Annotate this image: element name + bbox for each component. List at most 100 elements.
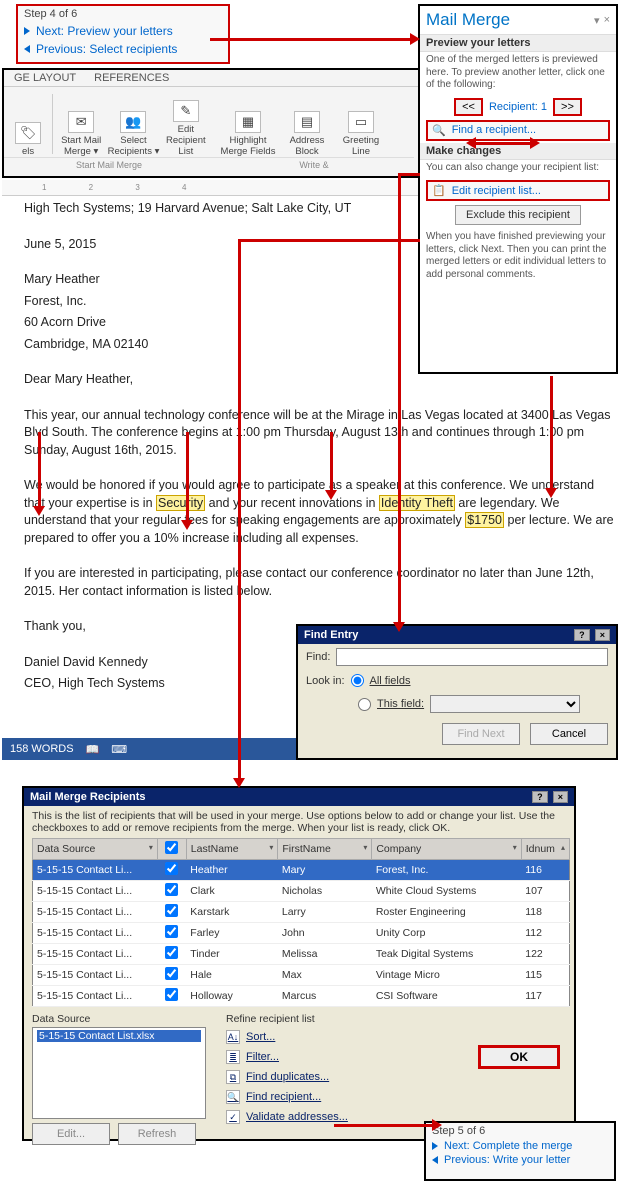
annotation-arrow (238, 239, 420, 242)
status-keyboard-icon[interactable]: ⌨ (111, 743, 127, 756)
col-firstname[interactable]: FirstName▾ (278, 839, 372, 860)
mm-pane-title: Mail Merge (426, 10, 510, 30)
labels-button[interactable]: 🏷 els (6, 122, 50, 157)
filter-link[interactable]: ≣Filter... (226, 1047, 348, 1067)
table-row[interactable]: 5-15-15 Contact Li...KarstarkLarryRoster… (33, 902, 570, 923)
table-row[interactable]: 5-15-15 Contact Li...TinderMelissaTeak D… (33, 944, 570, 965)
row-checkbox[interactable] (165, 883, 178, 896)
arrow-right-icon (432, 1142, 438, 1150)
tab-references[interactable]: REFERENCES (94, 72, 169, 84)
start-mail-merge-button[interactable]: ✉ Start Mail Merge ▾ (55, 111, 107, 157)
greeting-line-icon: ▭ (348, 111, 374, 133)
doc-p1: This year, our annual technology confere… (24, 407, 614, 460)
row-checkbox[interactable] (165, 946, 178, 959)
ruler: 1 2 3 4 (2, 180, 422, 196)
this-field-radio[interactable] (358, 698, 371, 711)
status-reading-icon[interactable]: 📖 (86, 743, 100, 756)
step4-next-link[interactable]: Next: Preview your letters (24, 22, 222, 40)
annotation-arrow (210, 38, 410, 41)
this-field-select[interactable] (430, 695, 580, 713)
edit-recipients-icon: ✎ (173, 100, 199, 122)
pane-close-icon[interactable]: × (604, 14, 610, 27)
status-word-count[interactable]: 158 WORDS (10, 743, 74, 755)
find-next-button[interactable]: Find Next (442, 723, 520, 745)
dialog-close-icon[interactable]: × (553, 791, 568, 803)
annotation-arrow-head (466, 137, 476, 149)
recipients-ok-button[interactable]: OK (478, 1045, 560, 1069)
sort-link[interactable]: A↓Sort... (226, 1027, 348, 1047)
col-lastname[interactable]: LastName▾ (186, 839, 278, 860)
row-checkbox[interactable] (165, 862, 178, 875)
validate-icon: ✓ (226, 1110, 240, 1124)
ribbon-group-start: Start Mail Merge (4, 157, 214, 170)
next-recipient-button[interactable]: >> (553, 98, 582, 116)
exclude-recipient-button[interactable]: Exclude this recipient (455, 205, 581, 225)
header-checkbox[interactable] (165, 841, 178, 854)
step5-prev-text: Previous: Write your letter (444, 1154, 570, 1166)
table-row[interactable]: 5-15-15 Contact Li...HaleMaxVintage Micr… (33, 965, 570, 986)
table-row[interactable]: 5-15-15 Contact Li...HeatherMaryForest, … (33, 860, 570, 881)
validate-addresses-link[interactable]: ✓Validate addresses... (226, 1107, 348, 1127)
status-bar: 158 WORDS 📖 ⌨ (2, 738, 302, 760)
row-checkbox[interactable] (165, 967, 178, 980)
highlight-fields-button[interactable]: ▦ Highlight Merge Fields (216, 111, 280, 157)
step5-prev-link[interactable]: Previous: Write your letter (432, 1153, 608, 1167)
this-field-label: This field: (377, 698, 424, 710)
dialog-close-icon[interactable]: × (595, 629, 610, 641)
table-row[interactable]: 5-15-15 Contact Li...ClarkNicholasWhite … (33, 881, 570, 902)
row-checkbox[interactable] (165, 988, 178, 1001)
find-recipient-link[interactable]: 🔍Find recipient... (226, 1087, 348, 1107)
find-duplicates-link[interactable]: ⧉Find duplicates... (226, 1067, 348, 1087)
step5-next-link[interactable]: Next: Complete the merge (432, 1139, 608, 1153)
dialog-help-icon[interactable]: ? (574, 629, 590, 641)
step4-label: Step 4 of 6 (24, 8, 222, 22)
col-idnum[interactable]: Idnum▴ (521, 839, 569, 860)
edit-source-button[interactable]: Edit... (32, 1123, 110, 1145)
ribbon-group-write: Write & (214, 157, 414, 170)
step5-label: Step 5 of 6 (432, 1125, 608, 1139)
ribbon: GE LAYOUT REFERENCES 🏷 els ✉ Start Mail … (2, 68, 422, 178)
recipient-index-label: Recipient: 1 (489, 101, 547, 113)
address-block-button[interactable]: ▤ Address Block (280, 111, 334, 157)
annotation-arrow-head (33, 506, 45, 516)
edit-recipient-list-button[interactable]: 📋 Edit recipient list... (426, 180, 610, 201)
refresh-source-button[interactable]: Refresh (118, 1123, 196, 1145)
mm-pane-title-bar: Mail Merge ▾ × (420, 6, 616, 35)
annotation-arrow (186, 432, 189, 522)
select-recipients-button[interactable]: 👥 Select Recipients ▾ (107, 111, 159, 157)
annotation-arrow (476, 142, 532, 145)
find-recipient-icon: 🔍 (226, 1090, 240, 1104)
recipients-title: Mail Merge Recipients (30, 791, 146, 803)
annotation-arrow-head (181, 520, 193, 530)
arrow-left-icon (432, 1156, 438, 1164)
address-block-icon: ▤ (294, 111, 320, 133)
recipients-intro: This is the list of recipients that will… (24, 806, 574, 838)
data-source-item[interactable]: 5-15-15 Contact List.xlsx (37, 1030, 201, 1042)
row-checkbox[interactable] (165, 904, 178, 917)
step4-prev-link[interactable]: Previous: Select recipients (24, 40, 222, 58)
row-checkbox[interactable] (165, 925, 178, 938)
col-checkbox[interactable] (157, 839, 186, 860)
pane-dropdown-icon[interactable]: ▾ (594, 14, 600, 27)
tab-page-layout[interactable]: GE LAYOUT (14, 72, 76, 84)
table-row[interactable]: 5-15-15 Contact Li...FarleyJohnUnity Cor… (33, 923, 570, 944)
data-source-listbox[interactable]: 5-15-15 Contact List.xlsx (32, 1027, 206, 1119)
annotation-arrow (38, 432, 41, 508)
annotation-arrow-head (432, 1119, 442, 1131)
greeting-line-button[interactable]: ▭ Greeting Line (334, 111, 388, 157)
edit-recipient-list-ribbon-button[interactable]: ✎ Edit Recipient List (160, 100, 212, 157)
table-row[interactable]: 5-15-15 Contact Li...HollowayMarcusCSI S… (33, 986, 570, 1007)
all-fields-radio[interactable] (351, 674, 364, 687)
col-company[interactable]: Company▾ (372, 839, 521, 860)
make-changes-body: You can also change your recipient list: (420, 160, 616, 179)
find-input[interactable] (336, 648, 608, 666)
select-recipients-icon: 👥 (120, 111, 146, 133)
edit-list-icon: 📋 (432, 184, 446, 197)
find-recipient-button[interactable]: 🔍 Find a recipient... (426, 120, 610, 141)
prev-recipient-button[interactable]: << (454, 98, 483, 116)
find-cancel-button[interactable]: Cancel (530, 723, 608, 745)
col-data-source[interactable]: Data Source▾ (33, 839, 158, 860)
filter-icon: ≣ (226, 1050, 240, 1064)
dialog-help-icon[interactable]: ? (532, 791, 548, 803)
duplicates-icon: ⧉ (226, 1070, 240, 1084)
